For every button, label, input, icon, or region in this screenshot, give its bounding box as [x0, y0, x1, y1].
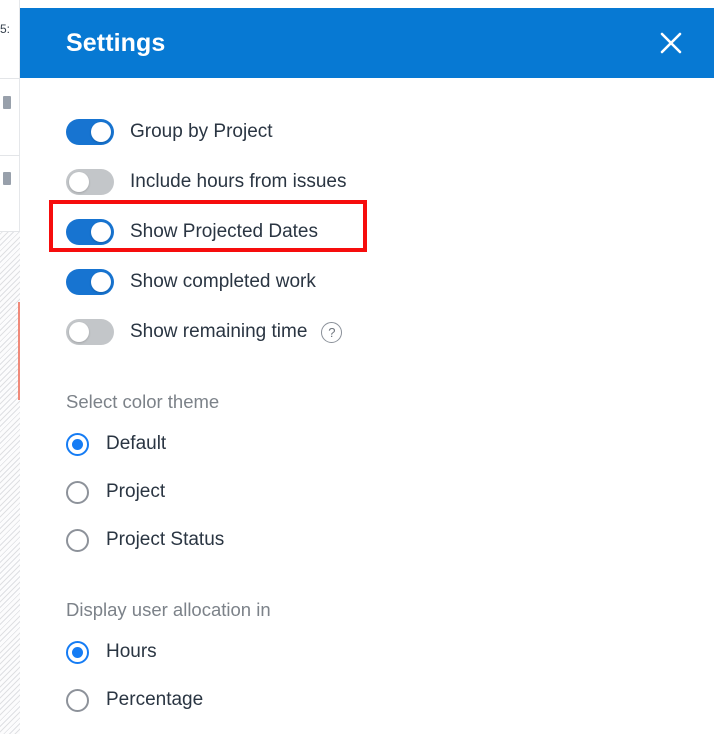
page-title: Settings [66, 28, 166, 57]
radio-button-default[interactable] [66, 432, 89, 456]
section-title-color-theme: Select color theme [66, 391, 220, 412]
radio-label-percentage: Percentage [106, 689, 204, 710]
toggle-row-include-hours-from-issues[interactable]: Include hours from issues [66, 165, 668, 199]
radio-label-hours: Hours [106, 641, 157, 662]
toggle-row-show-completed-work[interactable]: Show completed work [66, 265, 668, 299]
radio-row-percentage[interactable]: Percentage [66, 683, 668, 717]
background-left-label: 5: [0, 22, 11, 36]
help-circle-icon[interactable]: ? [321, 321, 343, 343]
toggle-knob [69, 322, 89, 342]
dialog-header: Settings [20, 8, 714, 78]
background-hatch-pattern [0, 232, 20, 734]
background-bar-chip [3, 96, 11, 109]
toggle-options-group: Group by Project Include hours from issu… [49, 78, 668, 349]
radio-button-project-status[interactable] [66, 528, 89, 552]
radio-button-project[interactable] [66, 480, 89, 504]
radio-row-project-status[interactable]: Project Status [66, 523, 668, 557]
radio-label-project: Project [106, 481, 166, 502]
section-select-color-theme: Select color theme Default Project Proje… [66, 391, 668, 557]
radio-row-hours[interactable]: Hours [66, 635, 668, 669]
toggle-switch-show-projected-dates[interactable] [66, 219, 114, 245]
radio-label-default: Default [106, 433, 167, 454]
toggle-knob [91, 222, 111, 242]
toggle-knob [91, 122, 111, 142]
radio-row-project[interactable]: Project [66, 475, 668, 509]
toggle-label-include-hours-from-issues: Include hours from issues [130, 171, 347, 192]
toggle-label-show-remaining-time: Show remaining time [130, 321, 308, 342]
toggle-row-group-by-project[interactable]: Group by Project [66, 115, 668, 149]
background-bar-chip [3, 172, 11, 185]
section-display-user-allocation: Display user allocation in Hours Percent… [66, 599, 668, 717]
toggle-label-show-projected-dates: Show Projected Dates [130, 221, 318, 242]
radio-button-hours[interactable] [66, 640, 89, 664]
toggle-label-group-by-project: Group by Project [130, 121, 273, 142]
toggle-row-show-remaining-time[interactable]: Show remaining time ? [66, 315, 668, 349]
dialog-body: Group by Project Include hours from issu… [20, 78, 714, 717]
toggle-switch-group-by-project[interactable] [66, 119, 114, 145]
section-title-user-allocation: Display user allocation in [66, 599, 271, 620]
toggle-knob [69, 172, 89, 192]
radio-button-percentage[interactable] [66, 688, 89, 712]
toggle-switch-include-hours-from-issues[interactable] [66, 169, 114, 195]
background-row-divider [0, 78, 20, 79]
background-row-divider [0, 155, 20, 156]
toggle-switch-show-completed-work[interactable] [66, 269, 114, 295]
settings-dialog: Settings Group by Project Include hours … [20, 8, 714, 734]
close-icon[interactable] [650, 22, 692, 64]
toggle-label-show-completed-work: Show completed work [130, 271, 316, 292]
radio-row-default[interactable]: Default [66, 427, 668, 461]
toggle-switch-show-remaining-time[interactable] [66, 319, 114, 345]
toggle-knob [91, 272, 111, 292]
toggle-row-show-projected-dates[interactable]: Show Projected Dates [49, 200, 668, 252]
radio-label-project-status: Project Status [106, 529, 225, 550]
